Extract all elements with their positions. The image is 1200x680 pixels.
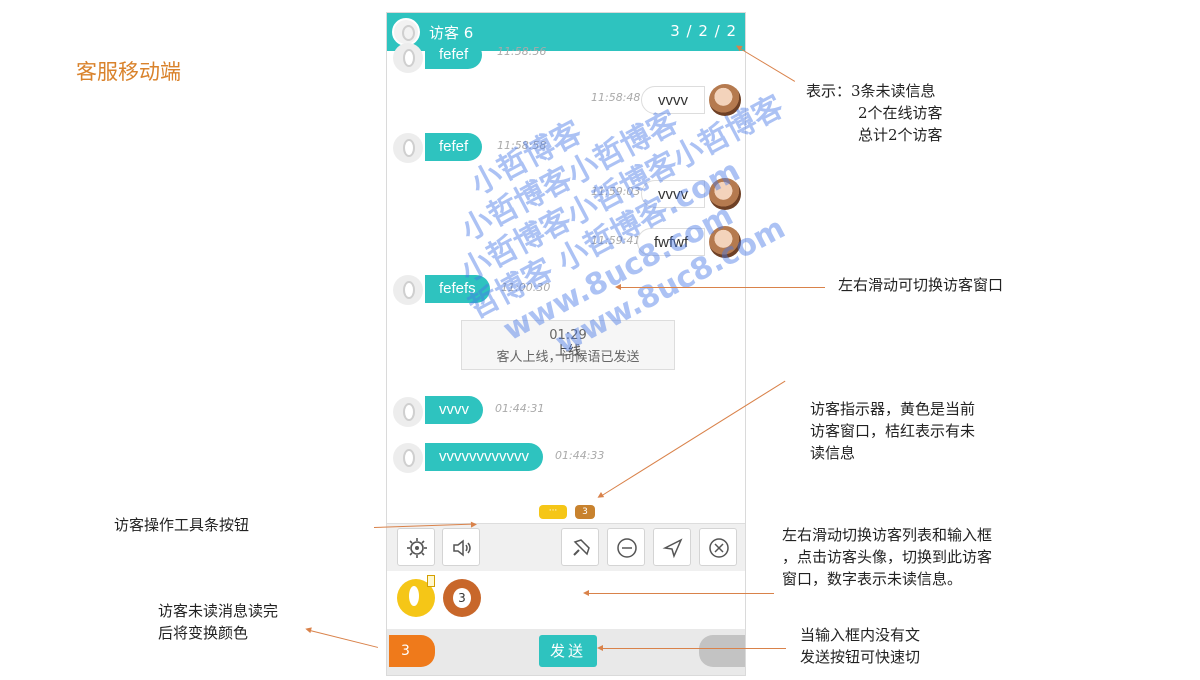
annotation-line: 左右滑动切换访客列表和输入框 (782, 526, 993, 544)
message-time: 11:59:41 (591, 234, 641, 247)
annotation-line: 访客指示器，黄色是当前 (810, 400, 976, 418)
annotation-line: 发送按钮可快速切 (800, 648, 921, 666)
message-time: 01:44:33 (555, 449, 605, 462)
annotation-indicator: 访客指示器，黄色是当前 访客窗口，桔红表示有未 读信息 (810, 398, 975, 464)
agent-avatar (709, 226, 741, 258)
visitor-avatar-small (393, 133, 423, 163)
message-bubble-in: fefef (425, 133, 483, 161)
message-bubble-out: vvvv (641, 180, 705, 208)
agent-avatar (709, 84, 741, 116)
visitor-counts: 3 / 2 / 2 (670, 22, 737, 40)
visitor-avatar[interactable] (392, 18, 420, 46)
annotation-counts: 表示：3条未读信息 2个在线访客 总计2个访客 (806, 80, 943, 146)
annotation-arrow (615, 284, 825, 290)
minus-circle-icon (617, 538, 637, 558)
annotation-line: 后将变换颜色 (158, 624, 249, 642)
system-notice-text: 客人上线，问候语已发送 (496, 350, 640, 365)
system-notice: 01:29 上线 客人上线，问候语已发送 (461, 320, 675, 370)
annotation-line: ，点击访客头像，切换到此访客 (782, 548, 993, 566)
message-time: 11:58:58 (497, 139, 547, 152)
visitor-title: 访客 6 (429, 24, 474, 42)
annotation-arrow (739, 48, 796, 82)
page-title: 客服移动端 (76, 60, 181, 84)
annotation-line: 2个在线访客 (858, 104, 943, 122)
message-bubble-in: vvvvvvvvvvvv (425, 443, 543, 471)
visitor-avatar-small (393, 275, 423, 305)
annotation-swipe: 左右滑动可切换访客窗口 (838, 276, 1004, 294)
message-time: 11:58:48 (591, 91, 641, 104)
agent-avatar (709, 178, 741, 210)
annotation-visitor-list: 左右滑动切换访客列表和输入框 ，点击访客头像，切换到此访客 窗口，数字表示未读信… (782, 524, 992, 590)
visitor-avatar-small (393, 43, 423, 73)
annotation-line: 总计2个访客 (858, 126, 943, 144)
speaker-button[interactable] (442, 528, 480, 566)
visitor-list: 3 (387, 571, 745, 629)
switch-tab[interactable] (699, 635, 745, 667)
close-circle-icon (709, 538, 729, 558)
close-button[interactable] (699, 528, 737, 566)
annotation-line: 访客未读消息读完 (158, 602, 279, 620)
current-visitor-flag (427, 575, 435, 587)
flashlight-icon (573, 539, 590, 556)
visitor-indicator-unread[interactable]: 3 (575, 505, 595, 519)
flashlight-button[interactable] (561, 528, 599, 566)
settings-icon (407, 538, 427, 558)
annotation-line: 表示：3条未读信息 (806, 82, 936, 100)
visitor-indicator-current[interactable]: ··· (539, 505, 567, 519)
annotation-arrow (597, 645, 786, 651)
visitor-avatar-small (393, 397, 423, 427)
bottom-bar: 3 发送 (387, 629, 745, 675)
annotation-toolbar: 访客操作工具条按钮 (114, 516, 250, 534)
annotation-line: 当输入框内没有文 (800, 626, 921, 644)
message-bubble-in: vvvv (425, 396, 483, 424)
send-button[interactable]: 发送 (539, 635, 597, 667)
message-bubble-out: fwfwf (637, 228, 706, 256)
annotation-line: 窗口，数字表示未读信息。 (782, 570, 963, 588)
unread-messages-tab[interactable]: 3 (389, 635, 435, 667)
visitor-list-avatar-unread[interactable]: 3 (443, 579, 481, 617)
message-time: 11:59:03 (591, 185, 641, 198)
send-location-button[interactable] (653, 528, 691, 566)
phone-screen: 访客 6 3 / 2 / 2 fefef 11:58:56 11:58:48 v… (386, 12, 746, 676)
message-time: 11:58:56 (497, 45, 547, 58)
annotation-arrow (309, 630, 379, 648)
visitor-avatar-small (393, 443, 423, 473)
annotation-arrow (583, 590, 774, 596)
message-time: 11:00:30 (501, 281, 551, 294)
annotation-line: 访客窗口，桔红表示有未 (810, 422, 976, 440)
message-bubble-out: vvvv (641, 86, 705, 114)
send-arrow-icon (662, 538, 683, 559)
message-time: 01:44:31 (495, 402, 545, 415)
minus-button[interactable] (607, 528, 645, 566)
unread-count-badge: 3 (453, 588, 471, 608)
annotation-send: 当输入框内没有文 发送按钮可快速切 (800, 624, 920, 668)
visitor-toolbar (387, 523, 745, 571)
system-notice-time: 01:29 (549, 328, 587, 343)
speaker-icon (453, 539, 471, 557)
message-bubble-in: fefefs (425, 275, 490, 303)
annotation-line: 读信息 (810, 444, 856, 462)
settings-button[interactable] (397, 528, 435, 566)
annotation-unread: 访客未读消息读完 后将变换颜色 (158, 600, 278, 644)
message-bubble-in: fefef (425, 41, 483, 69)
